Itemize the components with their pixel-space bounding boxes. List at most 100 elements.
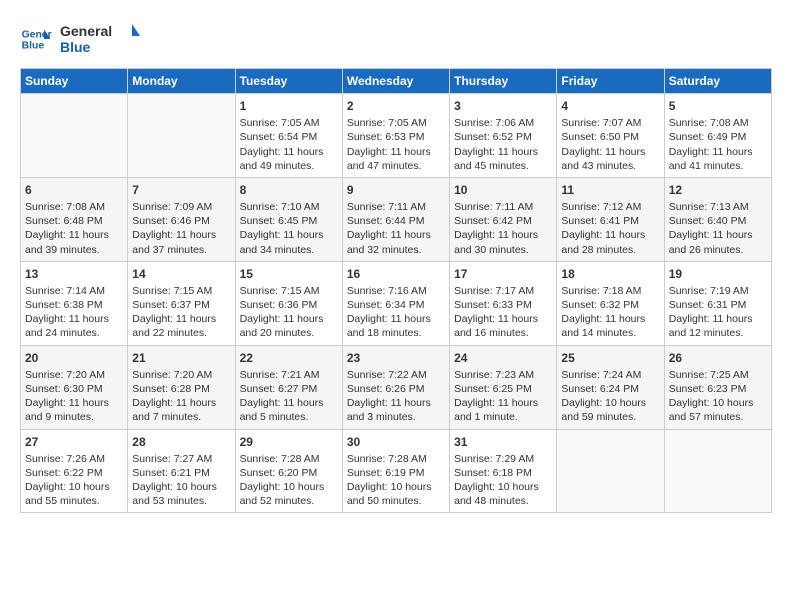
day-info: Sunrise: 7:05 AMSunset: 6:54 PMDaylight:… [240,116,338,173]
calendar-cell: 11 Sunrise: 7:12 AMSunset: 6:41 PMDayligh… [557,177,664,261]
day-info: Sunrise: 7:20 AMSunset: 6:28 PMDaylight:… [132,368,230,425]
day-header-monday: Monday [128,69,235,94]
logo-svg: General Blue [60,20,140,58]
calendar-cell: 21 Sunrise: 7:20 AMSunset: 6:28 PMDayligh… [128,345,235,429]
day-info: Sunrise: 7:13 AMSunset: 6:40 PMDaylight:… [669,200,767,257]
day-info: Sunrise: 7:05 AMSunset: 6:53 PMDaylight:… [347,116,445,173]
day-info: Sunrise: 7:11 AMSunset: 6:42 PMDaylight:… [454,200,552,257]
days-header-row: SundayMondayTuesdayWednesdayThursdayFrid… [21,69,772,94]
day-number: 4 [561,98,659,114]
svg-text:General: General [60,23,112,39]
calendar-cell: 15 Sunrise: 7:15 AMSunset: 6:36 PMDayligh… [235,261,342,345]
day-info: Sunrise: 7:08 AMSunset: 6:48 PMDaylight:… [25,200,123,257]
calendar-cell: 26 Sunrise: 7:25 AMSunset: 6:23 PMDayligh… [664,345,771,429]
day-number: 11 [561,182,659,198]
day-number: 21 [132,350,230,366]
day-info: Sunrise: 7:16 AMSunset: 6:34 PMDaylight:… [347,284,445,341]
calendar-cell: 9 Sunrise: 7:11 AMSunset: 6:44 PMDaylight… [342,177,449,261]
calendar-cell: 28 Sunrise: 7:27 AMSunset: 6:21 PMDayligh… [128,429,235,513]
day-info: Sunrise: 7:09 AMSunset: 6:46 PMDaylight:… [132,200,230,257]
day-number: 5 [669,98,767,114]
calendar-cell: 23Sunrise: 7:22 AMSunset: 6:26 PMDayligh… [342,345,449,429]
calendar-cell: 3Sunrise: 7:06 AMSunset: 6:52 PMDaylight… [450,94,557,178]
calendar-cell: 10 Sunrise: 7:11 AMSunset: 6:42 PMDayligh… [450,177,557,261]
svg-text:Blue: Blue [60,39,91,55]
page-header: General Blue General Blue [20,20,772,58]
calendar-cell [557,429,664,513]
day-info: Sunrise: 7:25 AMSunset: 6:23 PMDaylight:… [669,368,767,425]
calendar-cell: 13 Sunrise: 7:14 AMSunset: 6:38 PMDayligh… [21,261,128,345]
day-number: 24 [454,350,552,366]
day-info: Sunrise: 7:29 AMSunset: 6:18 PMDaylight:… [454,452,552,509]
calendar-cell: 25Sunrise: 7:24 AMSunset: 6:24 PMDayligh… [557,345,664,429]
day-info: Sunrise: 7:18 AMSunset: 6:32 PMDaylight:… [561,284,659,341]
day-info: Sunrise: 7:20 AMSunset: 6:30 PMDaylight:… [25,368,123,425]
calendar-cell [128,94,235,178]
day-number: 3 [454,98,552,114]
day-info: Sunrise: 7:12 AMSunset: 6:41 PMDaylight:… [561,200,659,257]
calendar-cell: 6 Sunrise: 7:08 AMSunset: 6:48 PMDaylight… [21,177,128,261]
day-info: Sunrise: 7:23 AMSunset: 6:25 PMDaylight:… [454,368,552,425]
day-info: Sunrise: 7:15 AMSunset: 6:37 PMDaylight:… [132,284,230,341]
week-row-4: 20Sunrise: 7:20 AMSunset: 6:30 PMDayligh… [21,345,772,429]
calendar-cell: 22 Sunrise: 7:21 AMSunset: 6:27 PMDayligh… [235,345,342,429]
calendar-cell: 17Sunrise: 7:17 AMSunset: 6:33 PMDayligh… [450,261,557,345]
day-number: 16 [347,266,445,282]
calendar-cell: 30Sunrise: 7:28 AMSunset: 6:19 PMDayligh… [342,429,449,513]
day-header-saturday: Saturday [664,69,771,94]
calendar-cell: 2 Sunrise: 7:05 AMSunset: 6:53 PMDaylight… [342,94,449,178]
day-number: 15 [240,266,338,282]
calendar-cell: 14 Sunrise: 7:15 AMSunset: 6:37 PMDayligh… [128,261,235,345]
day-number: 29 [240,434,338,450]
day-info: Sunrise: 7:14 AMSunset: 6:38 PMDaylight:… [25,284,123,341]
day-header-sunday: Sunday [21,69,128,94]
day-number: 19 [669,266,767,282]
calendar-cell: 4Sunrise: 7:07 AMSunset: 6:50 PMDaylight… [557,94,664,178]
calendar-cell: 27Sunrise: 7:26 AMSunset: 6:22 PMDayligh… [21,429,128,513]
day-number: 10 [454,182,552,198]
week-row-5: 27Sunrise: 7:26 AMSunset: 6:22 PMDayligh… [21,429,772,513]
calendar-cell: 7 Sunrise: 7:09 AMSunset: 6:46 PMDaylight… [128,177,235,261]
day-info: Sunrise: 7:28 AMSunset: 6:20 PMDaylight:… [240,452,338,509]
day-header-tuesday: Tuesday [235,69,342,94]
day-info: Sunrise: 7:26 AMSunset: 6:22 PMDaylight:… [25,452,123,509]
day-number: 7 [132,182,230,198]
day-number: 28 [132,434,230,450]
day-header-friday: Friday [557,69,664,94]
calendar-table: SundayMondayTuesdayWednesdayThursdayFrid… [20,68,772,513]
day-info: Sunrise: 7:21 AMSunset: 6:27 PMDaylight:… [240,368,338,425]
day-number: 25 [561,350,659,366]
day-header-thursday: Thursday [450,69,557,94]
calendar-cell: 24 Sunrise: 7:23 AMSunset: 6:25 PMDayligh… [450,345,557,429]
calendar-cell: 1 Sunrise: 7:05 AMSunset: 6:54 PMDaylight… [235,94,342,178]
day-info: Sunrise: 7:15 AMSunset: 6:36 PMDaylight:… [240,284,338,341]
calendar-cell: 5Sunrise: 7:08 AMSunset: 6:49 PMDaylight… [664,94,771,178]
day-number: 31 [454,434,552,450]
day-number: 26 [669,350,767,366]
day-number: 6 [25,182,123,198]
day-info: Sunrise: 7:22 AMSunset: 6:26 PMDaylight:… [347,368,445,425]
day-number: 18 [561,266,659,282]
day-number: 13 [25,266,123,282]
day-info: Sunrise: 7:11 AMSunset: 6:44 PMDaylight:… [347,200,445,257]
calendar-cell: 20Sunrise: 7:20 AMSunset: 6:30 PMDayligh… [21,345,128,429]
day-info: Sunrise: 7:10 AMSunset: 6:45 PMDaylight:… [240,200,338,257]
logo: General Blue General Blue [20,20,140,58]
day-info: Sunrise: 7:17 AMSunset: 6:33 PMDaylight:… [454,284,552,341]
week-row-3: 13 Sunrise: 7:14 AMSunset: 6:38 PMDayligh… [21,261,772,345]
day-number: 2 [347,98,445,114]
svg-text:Blue: Blue [22,41,45,52]
calendar-cell: 18 Sunrise: 7:18 AMSunset: 6:32 PMDayligh… [557,261,664,345]
logo-icon: General Blue [20,23,52,55]
calendar-cell: 29 Sunrise: 7:28 AMSunset: 6:20 PMDayligh… [235,429,342,513]
calendar-cell: 19 Sunrise: 7:19 AMSunset: 6:31 PMDayligh… [664,261,771,345]
day-info: Sunrise: 7:27 AMSunset: 6:21 PMDaylight:… [132,452,230,509]
calendar-cell: 12Sunrise: 7:13 AMSunset: 6:40 PMDayligh… [664,177,771,261]
day-number: 9 [347,182,445,198]
day-number: 1 [240,98,338,114]
day-number: 14 [132,266,230,282]
day-number: 22 [240,350,338,366]
day-number: 30 [347,434,445,450]
day-info: Sunrise: 7:19 AMSunset: 6:31 PMDaylight:… [669,284,767,341]
calendar-cell: 16 Sunrise: 7:16 AMSunset: 6:34 PMDayligh… [342,261,449,345]
